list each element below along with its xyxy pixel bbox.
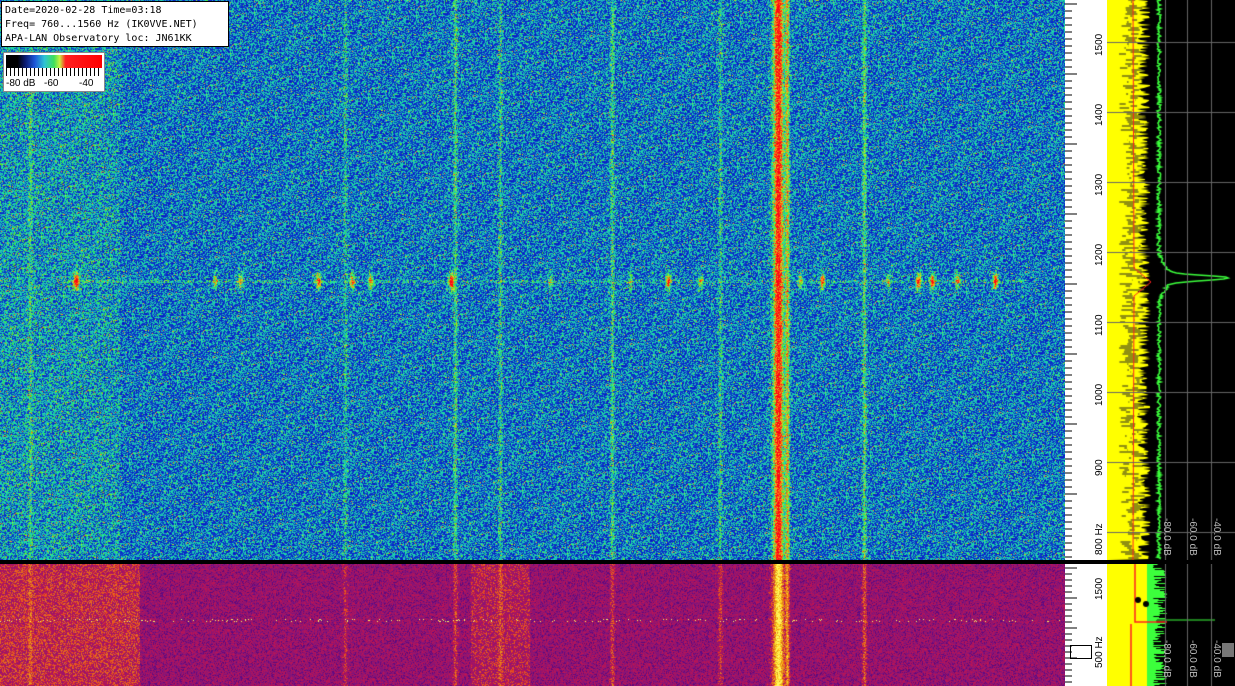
db-tick-label-top: -80.0 dB bbox=[1161, 518, 1172, 556]
freq-tick-label-top: 1400 bbox=[1094, 103, 1105, 126]
legend-label-mid: -60 bbox=[44, 78, 59, 89]
spectrum-panel-main bbox=[1107, 0, 1235, 560]
freq-tick-label-top: 1100 bbox=[1094, 314, 1105, 336]
db-tick-label-top: -40.0 dB bbox=[1211, 518, 1222, 556]
waterfall-main bbox=[0, 0, 1065, 560]
db-tick-label-bottom: -80.0 dB bbox=[1161, 640, 1172, 678]
freq-tick-label-top: 800 Hz bbox=[1094, 523, 1105, 555]
legend-label-min: -80 dB bbox=[6, 78, 36, 89]
color-scale-bar bbox=[6, 55, 102, 68]
freq-tick-label-top: 1300 bbox=[1094, 173, 1105, 196]
info-frequency-range: Freq= 760...1560 Hz (IK0VVE.NET) bbox=[5, 19, 198, 30]
freq-tick-label-top: 1000 bbox=[1094, 383, 1105, 406]
info-panel: Date=2020-02-28 Time=03:18 Freq= 760...1… bbox=[1, 1, 229, 47]
db-tick-label-bottom: -40.0 dB bbox=[1211, 640, 1222, 678]
color-scale-ticks bbox=[6, 68, 102, 76]
freq-tick-label-top: 1500 bbox=[1094, 33, 1105, 56]
db-tick-label-top: -60.0 dB bbox=[1187, 518, 1198, 556]
freq-tick-label-top: 1200 bbox=[1094, 243, 1105, 266]
color-scale-legend: -80 dB -60 -40 bbox=[3, 52, 105, 92]
info-date-time: Date=2020-02-28 Time=03:18 bbox=[5, 5, 162, 16]
frequency-axis-main bbox=[1065, 0, 1107, 560]
marker-box bbox=[1070, 645, 1092, 659]
legend-label-max: -40 bbox=[79, 78, 94, 89]
spectrogram-viewer: 1500 1400 1300 1200 1100 1000 900 800 Hz 1500 500… bbox=[0, 0, 1235, 686]
freq-tick-label-bottom: 1500 bbox=[1094, 577, 1105, 600]
waterfall-wideband bbox=[0, 564, 1065, 686]
freq-tick-label-top: 900 bbox=[1094, 459, 1105, 476]
freq-tick-label-bottom: 500 Hz bbox=[1094, 636, 1105, 668]
scroll-handle[interactable] bbox=[1222, 643, 1234, 657]
frequency-axis-ticks bbox=[1065, 3, 1077, 558]
db-tick-label-bottom: -60.0 dB bbox=[1187, 640, 1198, 678]
info-observatory: APA-LAN Observatory loc: JN61KK bbox=[5, 33, 192, 44]
